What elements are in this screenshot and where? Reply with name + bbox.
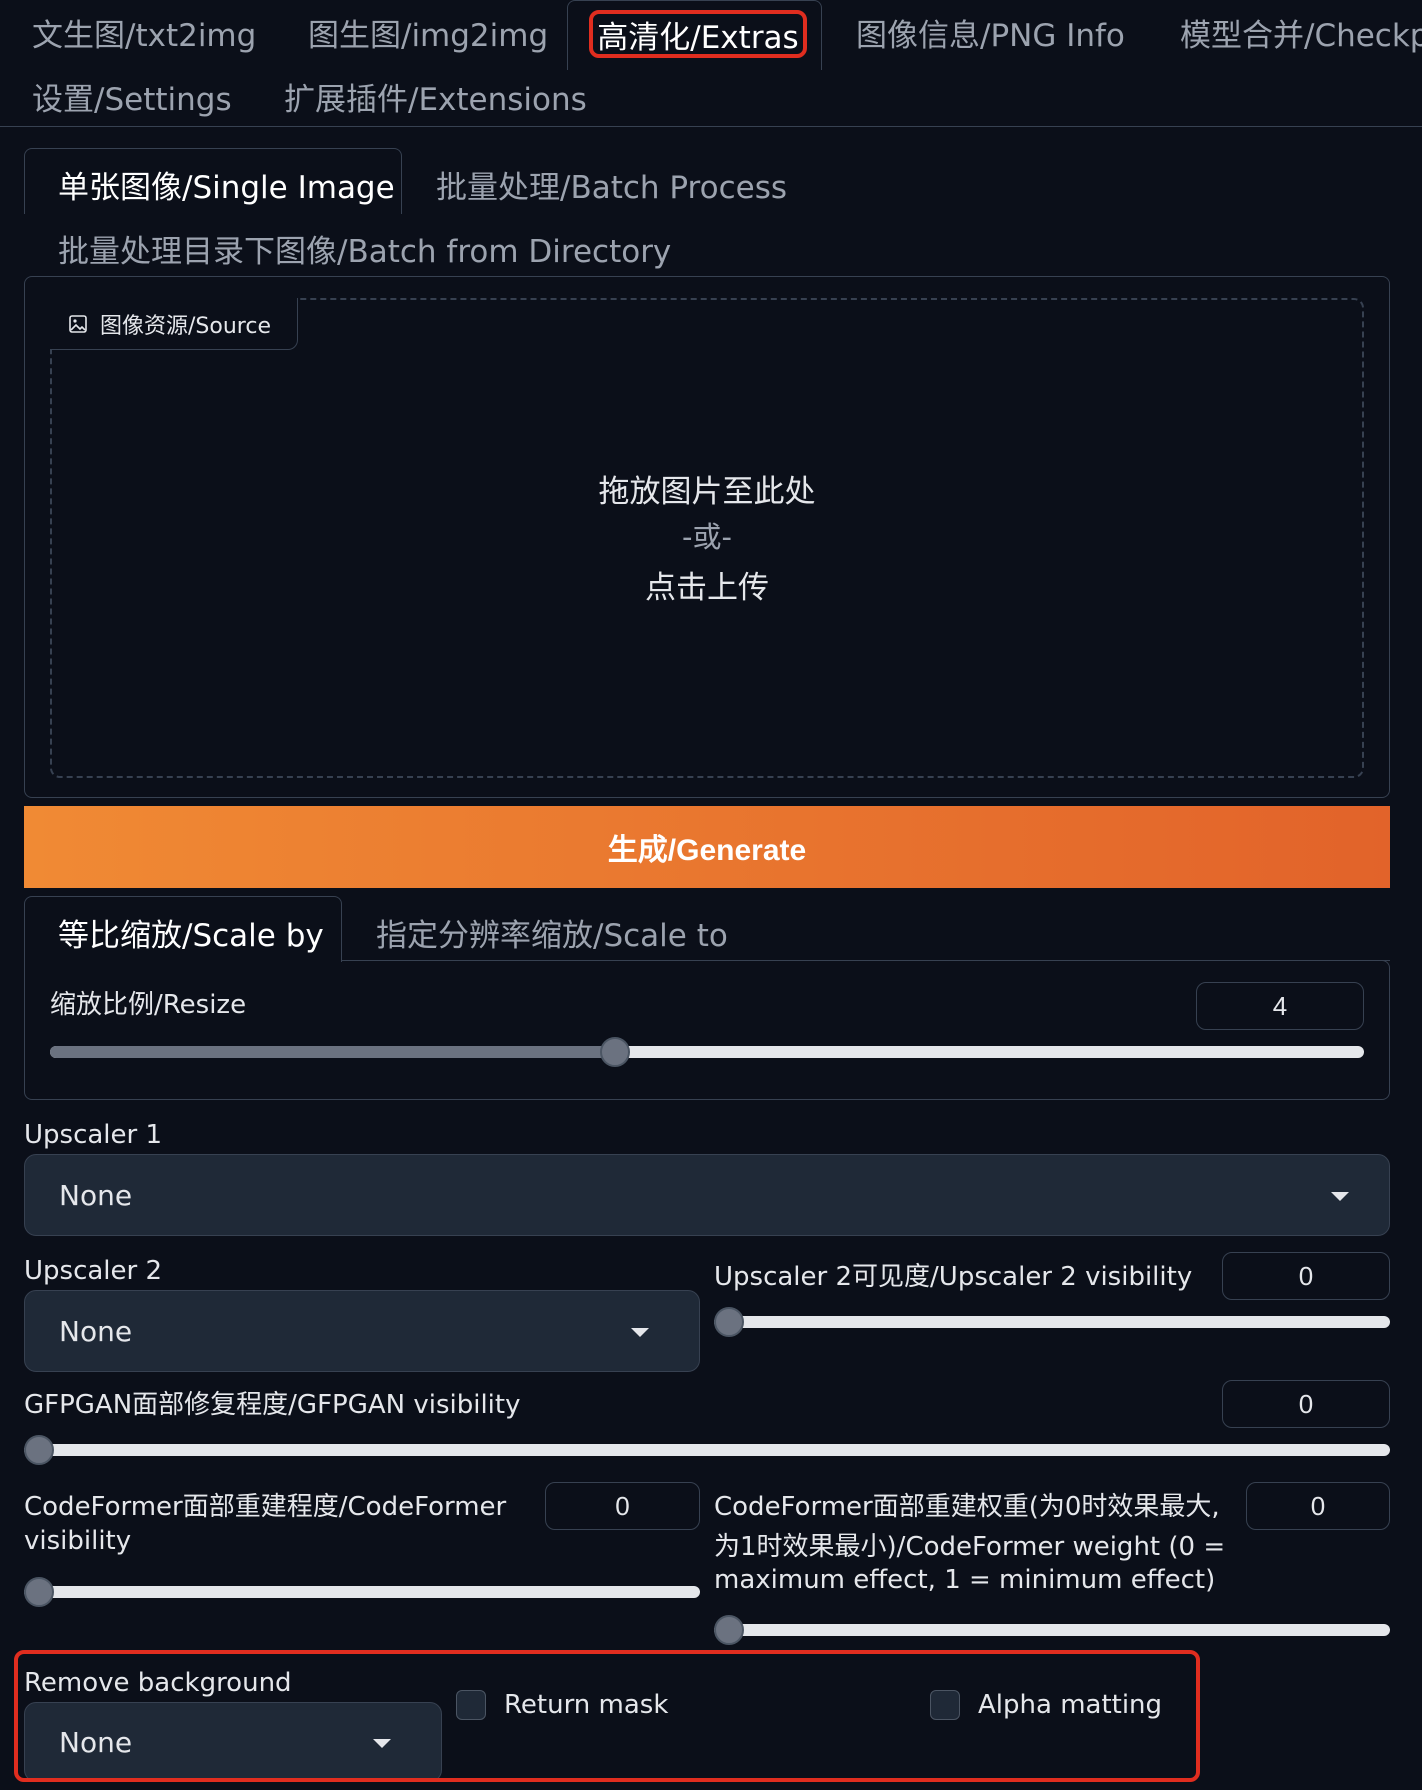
resize-track-fill — [50, 1046, 615, 1058]
upscaler-2-visibility-input[interactable] — [1222, 1252, 1390, 1300]
image-icon — [69, 314, 87, 333]
chevron-down-icon — [1331, 1192, 1349, 1201]
return-mask-checkbox[interactable] — [456, 1690, 486, 1720]
codeformer-weight-label-line1: CodeFormer面部重建权重(为0时效果最大, — [714, 1492, 1220, 1522]
chevron-down-icon — [373, 1739, 391, 1748]
drop-line-3: 点击上传 — [645, 570, 769, 606]
remove-background-value: None — [59, 1725, 133, 1759]
upscaler-2-label: Upscaler 2 — [24, 1256, 163, 1286]
codeformer-weight-thumb[interactable] — [714, 1615, 744, 1645]
gfpgan-visibility-input[interactable] — [1222, 1380, 1390, 1428]
scale-tab-baseline — [342, 960, 1390, 961]
resize-input[interactable] — [1196, 982, 1364, 1030]
upscaler-2-visibility-thumb[interactable] — [714, 1307, 744, 1337]
remove-background-label: Remove background — [24, 1668, 292, 1698]
upscaler-2-value: None — [59, 1314, 133, 1348]
upscaler-2-select[interactable]: None — [24, 1290, 700, 1372]
codeformer-weight-track — [714, 1624, 1390, 1636]
gfpgan-visibility-label: GFPGAN面部修复程度/GFPGAN visibility — [24, 1390, 521, 1420]
codeformer-visibility-thumb[interactable] — [24, 1577, 54, 1607]
tab-checkpoint-merger[interactable]: 模型合并/Checkpoint Merger — [1180, 10, 1422, 55]
upscaler-2-visibility-label: Upscaler 2可见度/Upscaler 2 visibility — [714, 1262, 1193, 1292]
codeformer-visibility-label-line1: CodeFormer面部重建程度/CodeFormer — [24, 1492, 507, 1522]
tab-settings[interactable]: 设置/Settings — [32, 74, 232, 119]
tab-extras[interactable]: 高清化/Extras — [589, 10, 807, 58]
resize-slider-thumb[interactable] — [600, 1037, 630, 1067]
gfpgan-visibility-track — [24, 1444, 1390, 1456]
tab-single-image[interactable]: 单张图像/Single Image — [58, 162, 395, 207]
codeformer-visibility-label-line2: visibility — [24, 1526, 132, 1556]
source-label-text: 图像资源/Source — [100, 313, 271, 339]
source-label: 图像资源/Source — [50, 298, 298, 350]
tab-extensions[interactable]: 扩展插件/Extensions — [284, 74, 587, 119]
tab-txt2img[interactable]: 文生图/txt2img — [32, 10, 256, 55]
resize-label: 缩放比例/Resize — [50, 990, 247, 1020]
alpha-matting-checkbox[interactable] — [930, 1690, 960, 1720]
drop-line-2: -或- — [682, 520, 732, 554]
chevron-down-icon — [631, 1328, 649, 1337]
generate-button[interactable]: 生成/Generate — [24, 806, 1390, 888]
alpha-matting-label: Alpha matting — [978, 1690, 1163, 1720]
codeformer-visibility-input[interactable] — [545, 1482, 700, 1530]
tab-img2img[interactable]: 图生图/img2img — [308, 10, 548, 55]
upscaler-1-label: Upscaler 1 — [24, 1120, 163, 1150]
codeformer-visibility-track — [24, 1586, 700, 1598]
tab-batch-from-directory[interactable]: 批量处理目录下图像/Batch from Directory — [58, 226, 671, 271]
codeformer-weight-label-line2: 为1时效果最小)/CodeFormer weight (0 = — [714, 1532, 1226, 1562]
upscaler-1-select[interactable]: None — [24, 1154, 1390, 1236]
upscaler-1-value: None — [59, 1178, 133, 1212]
remove-background-select[interactable]: None — [24, 1702, 442, 1782]
tab-png-info[interactable]: 图像信息/PNG Info — [856, 10, 1125, 55]
codeformer-weight-label-line3: maximum effect, 1 = minimum effect) — [714, 1565, 1216, 1595]
tabs-divider — [0, 126, 1422, 127]
tab-scale-by[interactable]: 等比缩放/Scale by — [58, 910, 324, 955]
drop-line-1: 拖放图片至此处 — [598, 474, 816, 510]
upscaler-2-visibility-track — [714, 1316, 1390, 1328]
scale-panel — [24, 960, 1390, 1100]
codeformer-weight-input[interactable] — [1246, 1482, 1390, 1530]
gfpgan-visibility-thumb[interactable] — [24, 1435, 54, 1465]
tab-batch-process[interactable]: 批量处理/Batch Process — [436, 162, 787, 207]
return-mask-label: Return mask — [504, 1690, 669, 1720]
tab-scale-to[interactable]: 指定分辨率缩放/Scale to — [376, 910, 728, 955]
